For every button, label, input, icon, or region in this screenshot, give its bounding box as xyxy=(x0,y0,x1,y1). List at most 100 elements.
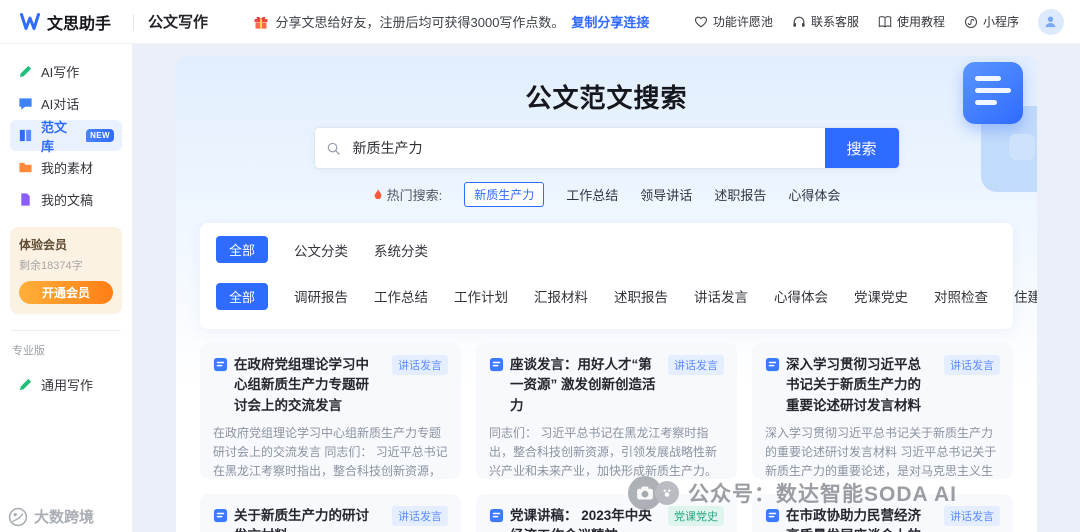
membership-remaining-words: 剩余18374字 xyxy=(19,260,83,272)
sidebar-item-label: 我的文稿 xyxy=(41,193,94,208)
content-panel: 公文范文搜索 搜索 热门搜索: 新质生产力 xyxy=(176,56,1037,532)
decor-square xyxy=(981,106,1037,192)
hot-search-tag[interactable]: 述职报告 xyxy=(714,185,766,204)
category-tab[interactable]: 述职报告 xyxy=(614,286,668,306)
contact-support-button[interactable]: 联系客服 xyxy=(792,13,859,30)
filter-card: 全部 公文分类 系统分类 全部 调研报告 工作总结 工作计划 汇报材料 述职报告… xyxy=(200,223,1037,329)
category-tab[interactable]: 讲话发言 xyxy=(694,286,748,306)
gift-icon xyxy=(253,14,269,30)
library-icon xyxy=(18,128,33,143)
mini-program-icon xyxy=(964,15,978,29)
card-tag: 讲话发言 xyxy=(944,506,1000,526)
card-tag: 党课党史 xyxy=(668,506,724,526)
card-title: 党课讲稿： 2023年中央经济工作会议精神 xyxy=(510,508,652,532)
category-tab[interactable]: 党课党史 xyxy=(854,286,908,306)
hot-search-row: 热门搜索: 新质生产力 工作总结 领导讲话 述职报告 心得体会 xyxy=(200,182,1013,207)
result-card[interactable]: 在市政协助力民营经济高质量发展座谈会上的交流发言 讲话发言 在市政协助力民营经济… xyxy=(752,494,1013,532)
card-excerpt: 同志们： 习近平总书记在黑龙江考察时指出，整合科技创新资源，引领发展战略性新兴产… xyxy=(489,425,718,479)
main-content: 公文范文搜索 搜索 热门搜索: 新质生产力 xyxy=(133,44,1080,532)
category-tab[interactable]: 对照检查 xyxy=(934,286,988,306)
sidebar-item-my-materials[interactable]: 我的素材 xyxy=(10,152,122,183)
copy-share-link[interactable]: 复制分享连接 xyxy=(571,12,649,31)
flame-icon xyxy=(373,188,383,201)
category-tab-row: 全部 调研报告 工作总结 工作计划 汇报材料 述职报告 讲话发言 心得体会 党课… xyxy=(216,276,1037,316)
top-bar: 文思助手 公文写作 分享文思给好友，注册后均可获得3000写作点数。 复制分享连… xyxy=(0,0,1080,44)
sidebar-item-label: AI对话 xyxy=(41,97,80,112)
headset-icon xyxy=(792,15,806,29)
category-tab[interactable]: 工作总结 xyxy=(374,286,428,306)
action-label: 小程序 xyxy=(982,15,1019,29)
category-tab[interactable]: 工作计划 xyxy=(454,286,508,306)
document-icon xyxy=(489,357,504,372)
sidebar-item-label: 我的素材 xyxy=(41,161,94,176)
hot-search-label: 热门搜索: xyxy=(373,185,442,204)
sidebar-item-label: 通用写作 xyxy=(41,378,94,393)
sidebar-item-ai-writing[interactable]: AI写作 xyxy=(10,56,122,87)
pro-section-label: 专业版 xyxy=(12,345,45,357)
primary-tab[interactable]: 全部 xyxy=(216,236,269,263)
card-excerpt: 在政府党组理论学习中心组新质生产力专题研讨会上的交流发言 同志们： 习近平总书记… xyxy=(213,425,448,479)
search-button[interactable]: 搜索 xyxy=(824,128,899,168)
result-card[interactable]: 党课讲稿： 2023年中央经济工作会议精神 党课党史 中央经济工作会议12月11… xyxy=(476,494,737,532)
sidebar-item-template-library[interactable]: 范文库 NEW xyxy=(10,120,122,154)
document-icon xyxy=(765,508,780,523)
main-layout: AI写作 AI对话 范文库 NEW 我的素材 我的文稿 体验会员 剩余18374… xyxy=(0,44,1080,532)
primary-tab[interactable]: 公文分类 xyxy=(294,240,348,260)
sidebar-item-general-writing[interactable]: 通用写作 xyxy=(10,369,122,400)
membership-card: 体验会员 剩余18374字 开通会员 xyxy=(10,227,122,314)
brand-logo[interactable]: 文思助手 xyxy=(0,10,133,34)
search-results-grid: 在政府党组理论学习中心组新质生产力专题研讨会上的交流发言 讲话发言 在政府党组理… xyxy=(200,343,1013,532)
result-card[interactable]: 座谈发言：用好人才“第一资源” 激发创新创造活力 讲话发言 同志们： 习近平总书… xyxy=(476,343,737,479)
document-icon xyxy=(489,508,504,523)
card-excerpt: 深入学习贯彻习近平总书记关于新质生产力的重要论述研讨发言材料 习近平总书记关于新… xyxy=(765,425,997,479)
sidebar-item-label: AI写作 xyxy=(41,65,80,80)
category-tab[interactable]: 调研报告 xyxy=(294,286,348,306)
upgrade-membership-button[interactable]: 开通会员 xyxy=(19,281,113,304)
action-label: 使用教程 xyxy=(896,15,945,29)
search-icon xyxy=(315,128,353,168)
card-title: 在市政协助力民营经济高质量发展座谈会上的交流发言 xyxy=(786,508,921,532)
new-badge: NEW xyxy=(86,129,114,142)
category-tab[interactable]: 住建系统 xyxy=(1014,286,1037,306)
brand-name: 文思助手 xyxy=(47,15,112,33)
pencil-icon xyxy=(18,64,33,79)
file-icon xyxy=(18,192,33,207)
card-tag: 讲话发言 xyxy=(668,355,724,375)
app-window: 文思助手 公文写作 分享文思给好友，注册后均可获得3000写作点数。 复制分享连… xyxy=(0,0,1080,532)
result-card[interactable]: 在政府党组理论学习中心组新质生产力专题研讨会上的交流发言 讲话发言 在政府党组理… xyxy=(200,343,461,479)
user-avatar[interactable] xyxy=(1037,8,1064,35)
card-title: 关于新质生产力的研讨发言材料 xyxy=(234,508,369,532)
sidebar-item-ai-chat[interactable]: AI对话 xyxy=(10,88,122,119)
sidebar-item-my-documents[interactable]: 我的文稿 xyxy=(10,184,122,215)
logo-icon xyxy=(20,13,40,30)
primary-tab-row: 全部 公文分类 系统分类 xyxy=(216,236,997,263)
decor-mini-square xyxy=(1009,134,1035,160)
heart-icon xyxy=(694,15,708,28)
hot-search-tag[interactable]: 新质生产力 xyxy=(464,182,545,207)
card-tag: 讲话发言 xyxy=(392,355,448,375)
hot-search-tag[interactable]: 工作总结 xyxy=(566,185,618,204)
mini-program-button[interactable]: 小程序 xyxy=(964,13,1019,30)
card-title: 在政府党组理论学习中心组新质生产力专题研讨会上的交流发言 xyxy=(234,357,369,413)
category-tab[interactable]: 心得体会 xyxy=(774,286,828,306)
membership-title: 体验会员 xyxy=(19,238,68,252)
category-tab[interactable]: 全部 xyxy=(216,282,269,310)
card-tag: 讲话发言 xyxy=(944,355,1000,375)
result-card[interactable]: 深入学习贯彻习近平总书记关于新质生产力的重要论述研讨发言材料 讲话发言 深入学习… xyxy=(752,343,1013,479)
search-input[interactable] xyxy=(352,128,825,168)
document-icon xyxy=(765,357,780,372)
wish-pool-button[interactable]: 功能许愿池 xyxy=(694,13,773,30)
primary-tab[interactable]: 系统分类 xyxy=(374,240,428,260)
sidebar-divider xyxy=(11,330,121,331)
action-label: 功能许愿池 xyxy=(712,15,773,29)
hot-search-tag[interactable]: 领导讲话 xyxy=(640,185,692,204)
tutorial-button[interactable]: 使用教程 xyxy=(878,13,945,30)
card-title: 座谈发言：用好人才“第一资源” 激发创新创造活力 xyxy=(510,357,656,413)
promo-text: 分享文思给好友，注册后均可获得3000写作点数。 xyxy=(275,15,565,30)
share-promo-banner: 分享文思给好友，注册后均可获得3000写作点数。 复制分享连接 xyxy=(253,12,649,31)
result-card[interactable]: 关于新质生产力的研讨发言材料 讲话发言 习近平总书记关于新质生产力的重要论述，是… xyxy=(200,494,461,532)
hot-search-tag[interactable]: 心得体会 xyxy=(788,185,840,204)
book-icon xyxy=(878,15,892,29)
card-tag: 讲话发言 xyxy=(392,506,448,526)
category-tab[interactable]: 汇报材料 xyxy=(534,286,588,306)
